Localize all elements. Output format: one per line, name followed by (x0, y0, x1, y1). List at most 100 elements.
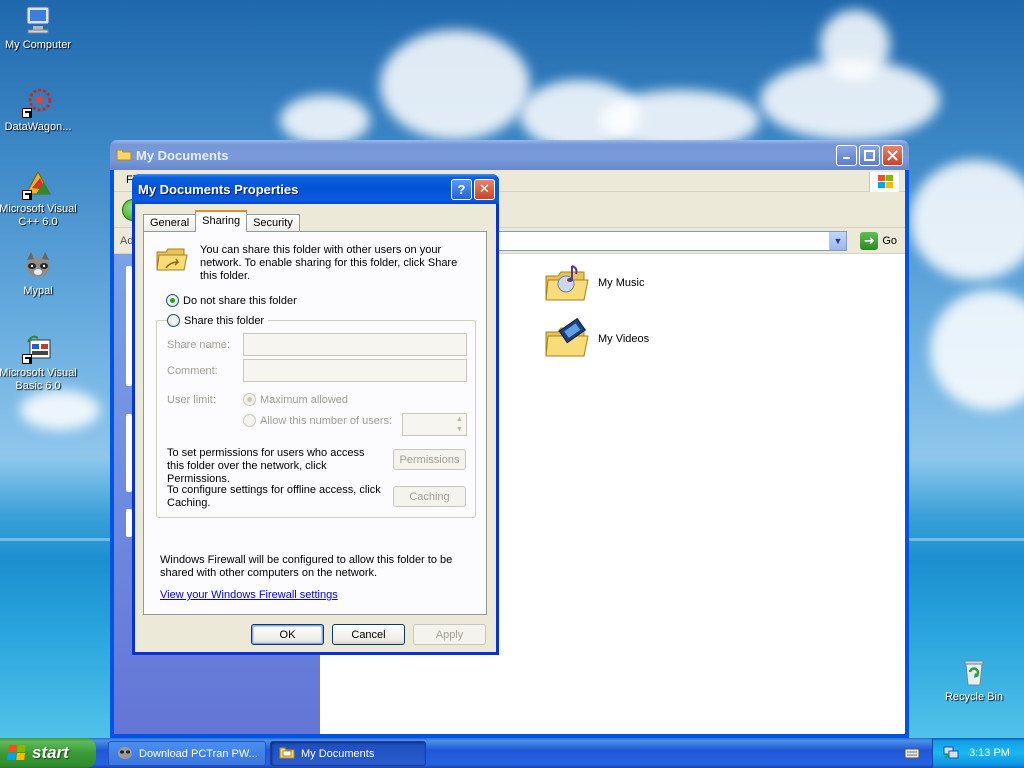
taskbar-item-pctran[interactable]: Download PCTran PW... (108, 741, 266, 766)
spin-up-icon[interactable]: ▲ (454, 415, 465, 424)
tab-security[interactable]: Security (246, 214, 300, 232)
taskbar-item-label: My Documents (301, 747, 375, 760)
radio-label: Share this folder (184, 314, 265, 327)
comment-input[interactable] (243, 359, 467, 382)
desktop-icon-my-computer[interactable]: My Computer (0, 4, 78, 52)
visual-basic-icon (22, 332, 54, 364)
network-icon[interactable] (943, 744, 959, 763)
desktop-icon-datawagon[interactable]: DataWagon... (0, 86, 78, 134)
windows-logo-icon (869, 172, 899, 192)
apply-button[interactable]: Apply (413, 624, 486, 645)
taskbar-item-my-documents[interactable]: My Documents (270, 741, 426, 766)
start-button[interactable]: start (0, 738, 96, 768)
radio-dot (167, 314, 180, 327)
go-arrow-icon: ➜ (860, 232, 879, 250)
permissions-button[interactable]: Permissions (393, 449, 466, 470)
comment-label: Comment: (167, 365, 218, 377)
chevron-down-icon[interactable]: ▼ (829, 232, 846, 250)
folder-icon (279, 745, 295, 762)
datawagon-icon (22, 86, 54, 118)
desktop-icon-visual-cpp[interactable]: Microsoft Visual C++ 6.0 (0, 168, 78, 229)
dialog-close-button[interactable]: ✕ (474, 178, 495, 200)
close-button[interactable] (882, 144, 903, 166)
folder-item-label: My Music (598, 277, 645, 289)
firewall-text: Windows Firewall will be configured to a… (160, 554, 453, 579)
radio-dot (243, 414, 256, 427)
start-label: start (32, 743, 69, 762)
desktop-icon-label: Recycle Bin (944, 691, 1004, 703)
desktop-icon-mypal[interactable]: Mypal (0, 250, 78, 298)
go-button[interactable]: ➜ Go (860, 232, 897, 250)
folder-item-label: My Videos (598, 333, 650, 345)
dialog-titlebar[interactable]: My Documents Properties ? ✕ (132, 174, 499, 204)
radio-allow-number[interactable]: Allow this number of users: (243, 414, 392, 427)
system-tray: 3:13 PM (932, 738, 1024, 768)
share-name-label: Share name: (167, 339, 230, 351)
computer-icon (22, 4, 54, 36)
shortcut-arrow-icon (22, 190, 32, 200)
desktop-icon-label: My Computer (4, 39, 72, 51)
share-groupbox: Share this folder Share name: Comment: U… (156, 314, 476, 518)
minimize-icon (837, 146, 856, 165)
dialog-client: General Sharing Security You can share t… (135, 204, 496, 652)
firewall-settings-link[interactable]: View your Windows Firewall settings (160, 589, 338, 601)
folder-icon (116, 147, 132, 164)
close-icon (883, 146, 902, 165)
help-button[interactable]: ? (451, 178, 472, 200)
visual-cpp-icon (22, 168, 54, 200)
go-label: Go (882, 235, 897, 247)
radio-label: Do not share this folder (183, 294, 297, 307)
radio-dot (166, 294, 179, 307)
maximize-button[interactable] (859, 144, 880, 166)
folder-item-my-videos[interactable]: My Videos (544, 317, 650, 360)
permissions-text: To set permissions for users who access … (167, 447, 365, 485)
tab-sharing[interactable]: Sharing (195, 210, 248, 232)
keyboard-icon[interactable] (904, 746, 920, 763)
desktop-icon-label: Microsoft Visual C++ 6.0 (0, 203, 77, 228)
sharing-info: You can share this folder with other use… (156, 244, 476, 283)
radio-share-this-folder[interactable]: Share this folder (167, 314, 269, 327)
desktop-icon-label: DataWagon... (4, 121, 72, 133)
desktop-icon-recycle-bin[interactable]: Recycle Bin (934, 656, 1014, 704)
folder-item-my-music[interactable]: My Music (544, 262, 644, 304)
taskbar: start Download PCTran PW... My Documents… (0, 738, 1024, 768)
ok-button[interactable]: OK (251, 624, 324, 645)
windows-flag-icon (7, 745, 27, 761)
radio-maximum-allowed[interactable]: Maximum allowed (243, 393, 348, 406)
raccoon-icon (117, 744, 133, 763)
user-limit-label: User limit: (167, 394, 216, 406)
maximize-icon (860, 146, 879, 165)
tab-general[interactable]: General (143, 214, 197, 232)
shortcut-arrow-icon (22, 354, 32, 364)
clock[interactable]: 3:13 PM (969, 747, 1010, 759)
desktop-icon-label: Microsoft Visual Basic 6.0 (0, 367, 77, 392)
taskbar-item-label: Download PCTran PW... (139, 747, 258, 760)
shared-folder-icon (156, 244, 188, 274)
desktop-icon-label: Mypal (23, 285, 53, 297)
raccoon-icon (22, 250, 54, 282)
properties-dialog: My Documents Properties ? ✕ General Shar… (132, 174, 499, 655)
sharing-panel: You can share this folder with other use… (143, 231, 487, 615)
caching-text: To configure settings for offline access… (167, 484, 381, 509)
radio-label: Maximum allowed (260, 393, 349, 406)
cancel-button[interactable]: Cancel (332, 624, 405, 645)
minimize-button[interactable] (836, 144, 857, 166)
explorer-titlebar[interactable]: My Documents (110, 140, 909, 170)
radio-dot (243, 393, 256, 406)
radio-label: Allow this number of users: (260, 414, 393, 427)
sharing-info-text: You can share this folder with other use… (200, 244, 458, 282)
music-folder-icon (544, 262, 590, 304)
desktop-icon-visual-basic[interactable]: Microsoft Visual Basic 6.0 (0, 332, 78, 393)
share-name-input[interactable] (243, 333, 467, 356)
radio-do-not-share[interactable]: Do not share this folder (166, 294, 297, 307)
video-folder-icon (544, 317, 590, 360)
user-count-spinner[interactable]: ▲ ▼ (402, 413, 467, 436)
explorer-title: My Documents (136, 147, 229, 163)
shortcut-arrow-icon (22, 108, 32, 118)
help-icon: ? (457, 181, 466, 197)
close-icon: ✕ (479, 181, 490, 196)
dialog-title: My Documents Properties (138, 181, 299, 197)
caching-button[interactable]: Caching (393, 486, 466, 507)
spin-down-icon[interactable]: ▼ (454, 425, 465, 434)
recycle-bin-icon (958, 656, 990, 688)
